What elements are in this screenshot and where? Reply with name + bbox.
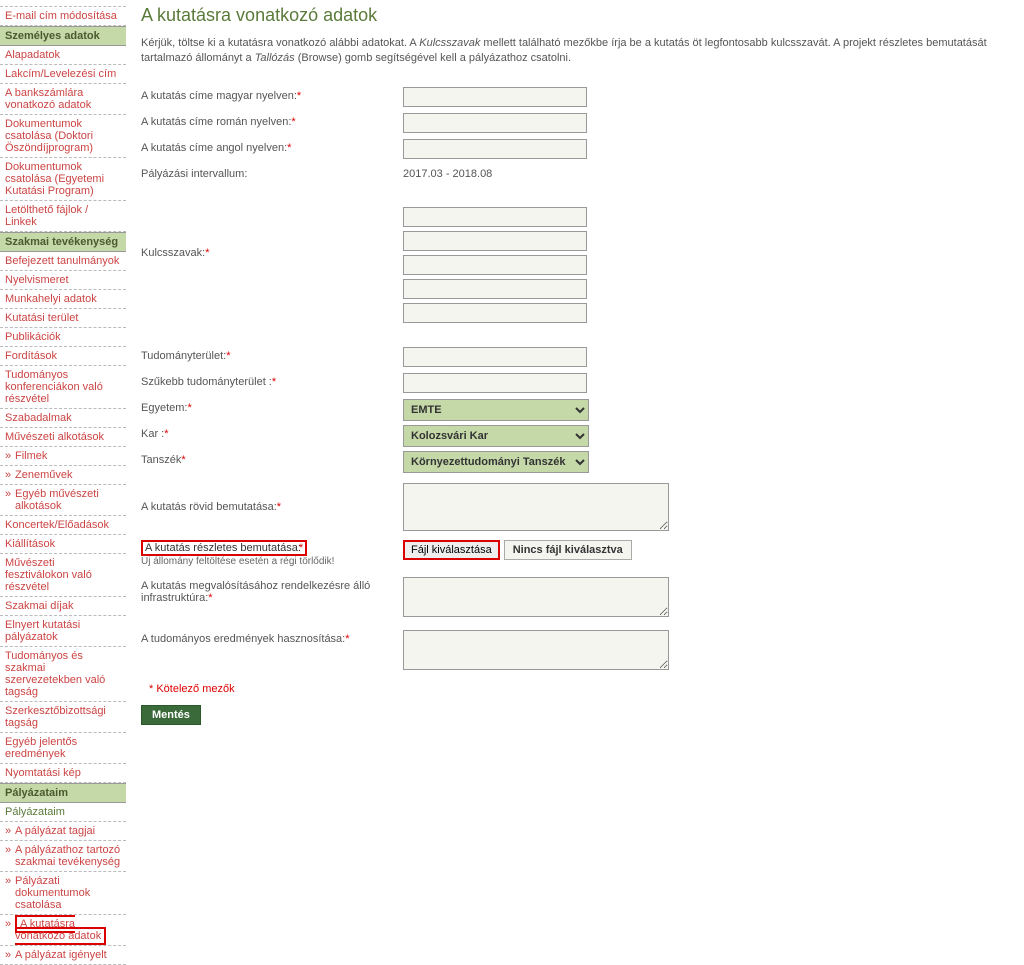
label-university: Egyetem:*: [141, 399, 403, 414]
input-subfield[interactable]: [403, 373, 587, 393]
intro-part1: Kérjük, töltse ki a kutatásra vonatkozó …: [141, 37, 419, 49]
label-keywords: Kulcsszavak:*: [141, 207, 403, 259]
section-header-2: Pályázataim: [0, 783, 126, 803]
file-status-text: Nincs fájl kiválasztva: [504, 540, 632, 560]
nav-item-1-17[interactable]: Tudományos és szakmai szervezetekben val…: [0, 647, 126, 702]
file-select-button[interactable]: Fájl kiválasztása: [403, 540, 500, 560]
nav-item-1-14[interactable]: Művészeti fesztiválokon való részvétel: [0, 554, 126, 597]
nav-item-2-0[interactable]: Pályázataim: [0, 803, 126, 822]
select-university[interactable]: EMTE: [403, 399, 589, 421]
nav-item-1-5[interactable]: Fordítások: [0, 347, 126, 366]
section-header-1: Szakmai tevékenység: [0, 232, 126, 252]
save-button[interactable]: Mentés: [141, 705, 201, 725]
intro-part3: (Browse) gomb segítségével kell a pályáz…: [295, 52, 571, 64]
nav-item-0-4[interactable]: Dokumentumok csatolása (Egyetemi Kutatás…: [0, 158, 126, 201]
label-interval: Pályázási intervallum:: [141, 165, 403, 180]
nav-item-0-3[interactable]: Dokumentumok csatolása (Doktori Öszöndíj…: [0, 115, 126, 158]
nav-item-0-5[interactable]: Letölthető fájlok / Linkek: [0, 201, 126, 232]
nav-item-2-1[interactable]: A pályázat tagjai: [0, 822, 126, 841]
nav-item-1-8[interactable]: Művészeti alkotások: [0, 428, 126, 447]
input-title-hu[interactable]: [403, 87, 587, 107]
nav-item-0-2[interactable]: A bankszámlára vonatkozó adatok: [0, 84, 126, 115]
input-title-ro[interactable]: [403, 113, 587, 133]
page-title: A kutatásra vonatkozó adatok: [141, 5, 1009, 26]
label-results: A tudományos eredmények hasznosítása:*: [141, 630, 403, 645]
select-department[interactable]: Környezettudományi Tanszék: [403, 451, 589, 473]
section-header-0: Személyes adatok: [0, 26, 126, 46]
textarea-infra[interactable]: [403, 577, 669, 617]
nav-item-0-0[interactable]: Alapadatok: [0, 46, 126, 65]
nav-item-2-5[interactable]: A pályázat igényelt: [0, 946, 126, 965]
label-field: Tudományterület:*: [141, 347, 403, 362]
input-keyword-2[interactable]: [403, 231, 587, 251]
detail-note: Új állomány feltöltése esetén a régi tör…: [141, 556, 403, 567]
intro-italic1: Kulcsszavak: [419, 37, 480, 49]
label-title-ro: A kutatás címe román nyelven:*: [141, 113, 403, 128]
nav-item-1-11[interactable]: Egyéb művészeti alkotások: [0, 485, 126, 516]
nav-item-1-19[interactable]: Egyéb jelentős eredmények: [0, 733, 126, 764]
nav-item-1-1[interactable]: Nyelvismeret: [0, 271, 126, 290]
input-keyword-4[interactable]: [403, 279, 587, 299]
nav-item-1-20[interactable]: Nyomtatási kép: [0, 764, 126, 783]
nav-item-2-3[interactable]: Pályázati dokumentumok csatolása: [0, 872, 126, 915]
intro-italic2: Tallózás: [255, 52, 295, 64]
textarea-short-desc[interactable]: [403, 483, 669, 531]
nav-item-1-0[interactable]: Befejezett tanulmányok: [0, 252, 126, 271]
nav-item-1-12[interactable]: Koncertek/Előadások: [0, 516, 126, 535]
value-interval: 2017.03 - 2018.08: [403, 165, 1009, 180]
label-department: Tanszék*: [141, 451, 403, 466]
nav-item-1-18[interactable]: Szerkesztőbizottsági tagság: [0, 702, 126, 733]
label-title-hu: A kutatás címe magyar nyelven:*: [141, 87, 403, 102]
nav-item-1-6[interactable]: Tudományos konferenciákon való részvétel: [0, 366, 126, 409]
textarea-results[interactable]: [403, 630, 669, 670]
input-field[interactable]: [403, 347, 587, 367]
input-title-en[interactable]: [403, 139, 587, 159]
nav-item-0-1[interactable]: Lakcím/Levelezési cím: [0, 65, 126, 84]
nav-top-0[interactable]: [0, 0, 126, 7]
nav-item-1-4[interactable]: Publikációk: [0, 328, 126, 347]
sidebar: E-mail cím módosításaSzemélyes adatokAla…: [0, 0, 126, 965]
nav-item-1-9[interactable]: Filmek: [0, 447, 126, 466]
nav-item-1-10[interactable]: Zeneművek: [0, 466, 126, 485]
nav-top-1[interactable]: E-mail cím módosítása: [0, 7, 126, 26]
label-infra: A kutatás megvalósításához rendelkezésre…: [141, 577, 403, 604]
mandatory-note: Kötelező mezők: [149, 683, 1009, 695]
input-keyword-5[interactable]: [403, 303, 587, 323]
input-keyword-3[interactable]: [403, 255, 587, 275]
label-faculty: Kar :*: [141, 425, 403, 440]
label-short-desc: A kutatás rövid bemutatása:*: [141, 483, 403, 513]
nav-item-1-2[interactable]: Munkahelyi adatok: [0, 290, 126, 309]
label-detail-desc: A kutatás részletes bemutatása:*: [141, 540, 307, 556]
select-faculty[interactable]: Kolozsvári Kar: [403, 425, 589, 447]
nav-item-2-2[interactable]: A pályázathoz tartozó szakmai tevékenysé…: [0, 841, 126, 872]
nav-item-2-4[interactable]: A kutatásra vonatkozó adatok: [0, 915, 126, 946]
intro-text: Kérjük, töltse ki a kutatásra vonatkozó …: [141, 36, 1009, 67]
nav-item-1-15[interactable]: Szakmai díjak: [0, 597, 126, 616]
label-title-en: A kutatás címe angol nyelven:*: [141, 139, 403, 154]
nav-item-1-3[interactable]: Kutatási terület: [0, 309, 126, 328]
label-subfield: Szűkebb tudományterület :*: [141, 373, 403, 388]
input-keyword-1[interactable]: [403, 207, 587, 227]
nav-item-1-13[interactable]: Kiállítások: [0, 535, 126, 554]
nav-item-1-7[interactable]: Szabadalmak: [0, 409, 126, 428]
main-content: A kutatásra vonatkozó adatok Kérjük, töl…: [126, 0, 1024, 965]
nav-item-1-16[interactable]: Elnyert kutatási pályázatok: [0, 616, 126, 647]
